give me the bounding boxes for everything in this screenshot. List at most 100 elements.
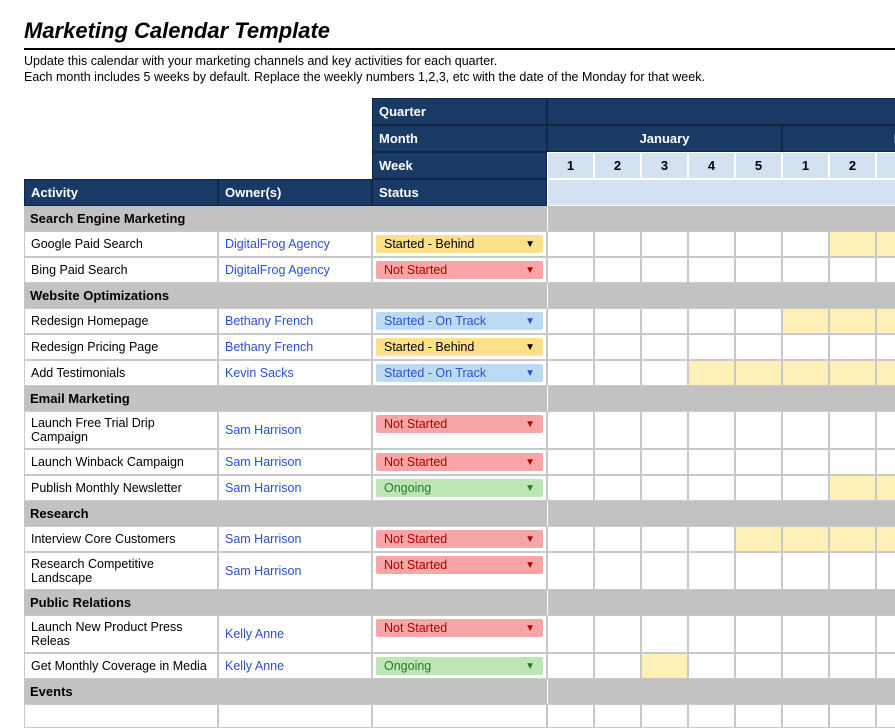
week-feb-1: 1 [782, 152, 829, 179]
status-label: Ongoing [384, 659, 431, 673]
activity-cell[interactable]: Research Competitive Landscape [24, 552, 218, 590]
section-email-label: Email Marketing [24, 386, 547, 411]
status-select[interactable]: Not Started ▼ [372, 449, 547, 475]
owner-cell[interactable]: Kevin Sacks [218, 360, 372, 386]
owner-cell[interactable]: Bethany French [218, 334, 372, 360]
owner-cell[interactable]: Kelly Anne [218, 615, 372, 653]
activity-cell[interactable]: Launch Free Trial Drip Campaign [24, 411, 218, 449]
quarter-label: Quarter [372, 98, 547, 125]
section-email: Email Marketing [24, 386, 895, 411]
chevron-down-icon: ▼ [525, 560, 535, 571]
activity-cell[interactable]: Get Monthly Coverage in Media [24, 653, 218, 679]
owner-cell[interactable]: Sam Harrison [218, 526, 372, 552]
table-row: Google Paid Search DigitalFrog Agency St… [24, 231, 895, 257]
status-label: Started - Behind [384, 237, 474, 251]
table-row: Redesign Homepage Bethany French Started… [24, 308, 895, 334]
week-label: Week [372, 152, 547, 179]
owner-cell[interactable]: DigitalFrog Agency [218, 231, 372, 257]
week-jan-2: 2 [594, 152, 641, 179]
status-select[interactable]: Started - On Track ▼ [372, 308, 547, 334]
activity-cell[interactable]: Redesign Homepage [24, 308, 218, 334]
status-select[interactable]: Not Started ▼ [372, 526, 547, 552]
table-row: Launch New Product Press Releas Kelly An… [24, 615, 895, 653]
activity-cell[interactable]: Publish Monthly Newsletter [24, 475, 218, 501]
section-events: Events [24, 679, 895, 704]
owner-cell[interactable]: Sam Harrison [218, 475, 372, 501]
owner-cell[interactable]: Kelly Anne [218, 653, 372, 679]
week-jan-5: 5 [735, 152, 782, 179]
status-label: Not Started [384, 263, 447, 277]
table-row: Launch Winback Campaign Sam Harrison Not… [24, 449, 895, 475]
activity-cell[interactable]: Google Paid Search [24, 231, 218, 257]
week-jan-1: 1 [547, 152, 594, 179]
chevron-down-icon: ▼ [525, 342, 535, 353]
chevron-down-icon: ▼ [525, 265, 535, 276]
status-select[interactable]: Started - Behind ▼ [372, 334, 547, 360]
status-label: Started - On Track [384, 314, 486, 328]
owner-cell[interactable] [218, 704, 372, 728]
table-row: Add Testimonials Kevin Sacks Started - O… [24, 360, 895, 386]
status-select[interactable]: Started - Behind ▼ [372, 231, 547, 257]
section-research: Research [24, 501, 895, 526]
table-row: Bing Paid Search DigitalFrog Agency Not … [24, 257, 895, 283]
table-row: Interview Core Customers Sam Harrison No… [24, 526, 895, 552]
status-label: Started - Behind [384, 340, 474, 354]
status-select[interactable]: Not Started▼ [372, 411, 547, 449]
section-research-label: Research [24, 501, 547, 526]
week-feb-2: 2 [829, 152, 876, 179]
status-select[interactable]: Not Started ▼ [372, 257, 547, 283]
activity-cell[interactable]: Redesign Pricing Page [24, 334, 218, 360]
chevron-down-icon: ▼ [525, 457, 535, 468]
quarter-value: Q [547, 98, 895, 125]
subtitle-line-2: Each month includes 5 weeks by default. … [24, 70, 895, 84]
owner-cell[interactable]: DigitalFrog Agency [218, 257, 372, 283]
page-title: Marketing Calendar Template [24, 18, 895, 44]
owner-cell[interactable]: Sam Harrison [218, 411, 372, 449]
status-label: Not Started [384, 417, 447, 431]
owner-cell[interactable]: Sam Harrison [218, 552, 372, 590]
section-sem: Search Engine Marketing [24, 206, 895, 231]
week-feb-3: 3 [876, 152, 895, 179]
activity-cell[interactable]: Add Testimonials [24, 360, 218, 386]
status-label: Not Started [384, 621, 447, 635]
chevron-down-icon: ▼ [525, 661, 535, 672]
col-status: Status [372, 179, 547, 206]
status-select[interactable]: Started - On Track▼ [372, 360, 547, 386]
chevron-down-icon: ▼ [525, 534, 535, 545]
status-label: Not Started [384, 558, 447, 572]
status-label: Not Started [384, 532, 447, 546]
owner-cell[interactable]: Sam Harrison [218, 449, 372, 475]
week-jan-3: 3 [641, 152, 688, 179]
section-sem-label: Search Engine Marketing [24, 206, 547, 231]
activity-cell[interactable] [24, 704, 218, 728]
status-label: Not Started [384, 455, 447, 469]
month-january: January [547, 125, 782, 152]
status-select[interactable]: Ongoing ▼ [372, 475, 547, 501]
col-owner: Owner(s) [218, 179, 372, 206]
month-february: Febr [782, 125, 895, 152]
status-label: Ongoing [384, 481, 431, 495]
chevron-down-icon: ▼ [525, 316, 535, 327]
activity-cell[interactable]: Launch Winback Campaign [24, 449, 218, 475]
chevron-down-icon: ▼ [525, 483, 535, 494]
calendar-grid: Quarter Q Month January Febr Week 1 2 3 … [24, 98, 895, 728]
activity-cell[interactable]: Launch New Product Press Releas [24, 615, 218, 653]
chevron-down-icon: ▼ [525, 368, 535, 379]
activity-cell[interactable]: Interview Core Customers [24, 526, 218, 552]
owner-cell[interactable]: Bethany French [218, 308, 372, 334]
table-row: Launch Free Trial Drip Campaign Sam Harr… [24, 411, 895, 449]
status-select[interactable]: Not Started ▼ [372, 552, 547, 590]
table-row: Research Competitive Landscape Sam Harri… [24, 552, 895, 590]
status-select[interactable]: Ongoing ▼ [372, 653, 547, 679]
subtitle-line-1: Update this calendar with your marketing… [24, 54, 895, 68]
status-select[interactable]: Not Started▼ [372, 615, 547, 653]
month-label: Month [372, 125, 547, 152]
chevron-down-icon: ▼ [525, 239, 535, 250]
section-web-label: Website Optimizations [24, 283, 547, 308]
table-row [24, 704, 895, 728]
activity-cell[interactable]: Bing Paid Search [24, 257, 218, 283]
section-pr-label: Public Relations [24, 590, 547, 615]
section-web: Website Optimizations [24, 283, 895, 308]
status-select[interactable] [372, 704, 547, 728]
table-row: Redesign Pricing Page Bethany French Sta… [24, 334, 895, 360]
